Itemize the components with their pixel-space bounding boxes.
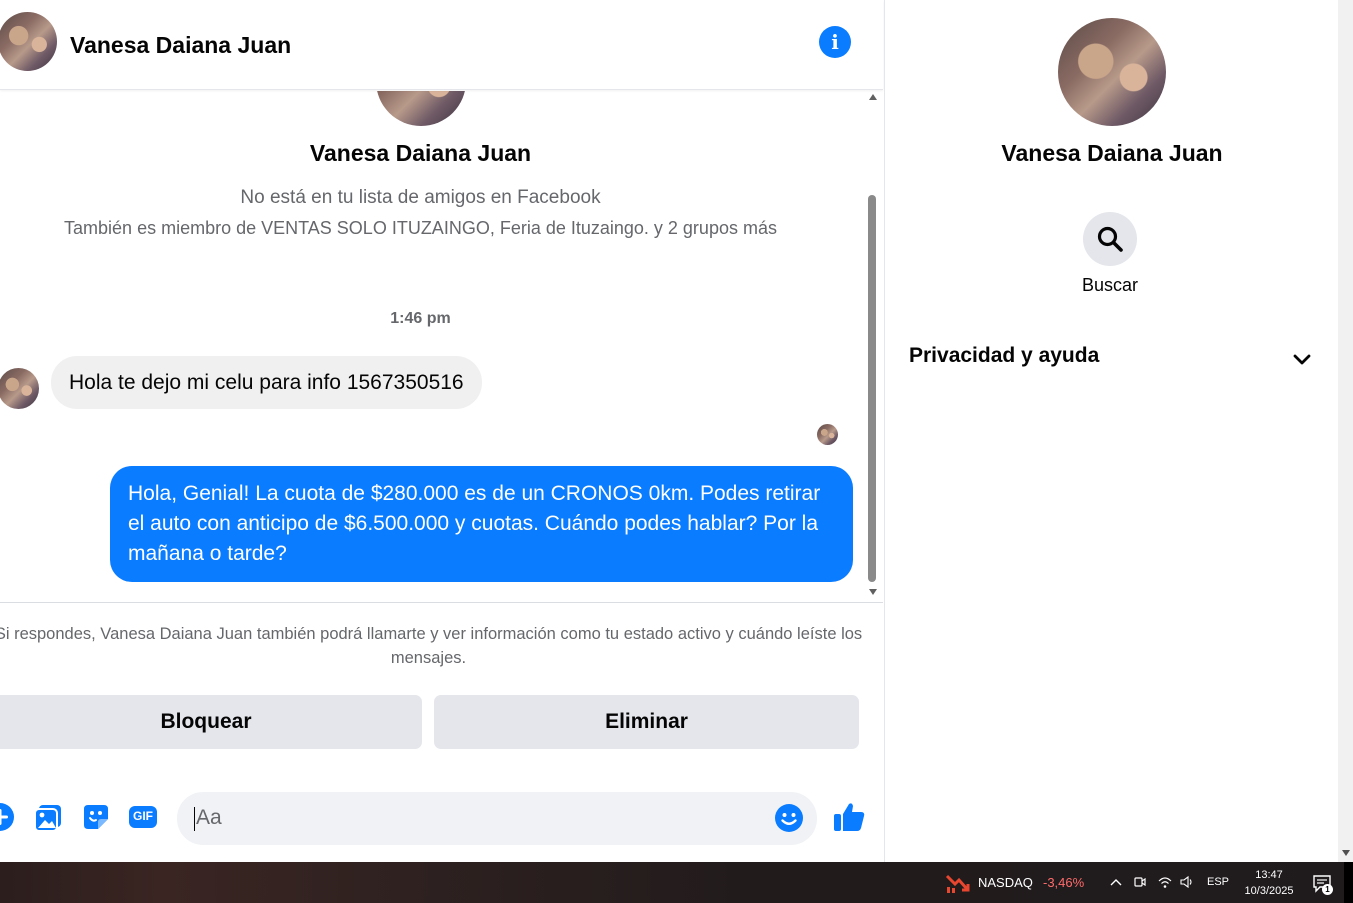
notification-count-badge: 1 (1322, 884, 1333, 895)
scroll-down-arrow-icon[interactable] (869, 589, 877, 595)
intro-avatar (376, 91, 466, 126)
incoming-message[interactable]: Hola te dejo mi celu para info 156735051… (51, 356, 482, 409)
sticker-icon[interactable] (79, 800, 113, 834)
gif-label: GIF (133, 809, 153, 823)
seen-indicator-avatar (817, 424, 838, 445)
search-label[interactable]: Buscar (885, 275, 1335, 296)
meet-now-icon[interactable] (1131, 873, 1149, 891)
intro-groups: También es miembro de VENTAS SOLO ITUZAI… (64, 218, 777, 238)
gif-icon[interactable]: GIF (126, 800, 160, 834)
block-button[interactable]: Bloquear (0, 695, 422, 749)
message-request-notice: Si respondes, Vanesa Daiana Juan también… (0, 625, 863, 667)
message-scrollbar[interactable] (865, 91, 882, 601)
profile-avatar[interactable] (1058, 18, 1166, 126)
info-icon[interactable]: i (819, 26, 851, 58)
volume-icon[interactable] (1178, 873, 1196, 891)
stock-down-icon[interactable] (945, 872, 971, 894)
chat-panel: Vanesa Daiana Juan i Vanesa Daiana Juan … (0, 0, 883, 862)
profile-name[interactable]: Vanesa Daiana Juan (885, 140, 1339, 167)
contact-avatar[interactable] (0, 12, 57, 71)
intro-relationship: No está en tu lista de amigos en Faceboo… (240, 187, 601, 208)
stock-ticker-name[interactable]: NASDAQ (978, 875, 1033, 890)
privacy-help-section[interactable]: Privacidad y ayuda (908, 334, 1318, 380)
page-scroll-down-arrow-icon[interactable] (1342, 850, 1350, 856)
page-scrollbar[interactable] (1338, 0, 1353, 862)
message-list: Vanesa Daiana Juan No está en tu lista d… (0, 91, 865, 601)
clock[interactable]: 13:47 10/3/2025 (1242, 867, 1296, 899)
like-icon[interactable] (832, 800, 866, 834)
scroll-thumb[interactable] (868, 195, 876, 582)
divider (0, 602, 883, 603)
show-hidden-icons-icon[interactable] (1107, 873, 1125, 891)
clock-time: 13:47 (1255, 869, 1283, 881)
screen: Vanesa Daiana Juan i Vanesa Daiana Juan … (0, 0, 1353, 903)
chevron-down-icon[interactable] (1291, 348, 1313, 370)
message-input[interactable]: Aa (177, 792, 817, 845)
delete-button[interactable]: Eliminar (434, 695, 859, 749)
scroll-up-arrow-icon[interactable] (869, 94, 877, 100)
privacy-help-label: Privacidad y ayuda (909, 344, 1100, 367)
stock-ticker-change[interactable]: -3,46% (1043, 875, 1084, 890)
text-caret (194, 807, 195, 831)
add-icon[interactable] (0, 800, 17, 834)
chat-header: Vanesa Daiana Juan i (0, 0, 883, 90)
intro-name: Vanesa Daiana Juan (309, 140, 532, 166)
wifi-icon[interactable] (1156, 873, 1174, 891)
search-button[interactable] (1083, 212, 1137, 266)
search-icon (1097, 226, 1123, 252)
message-timestamp: 1:46 pm (390, 310, 451, 327)
show-desktop-button[interactable] (1344, 862, 1353, 903)
sender-avatar (0, 368, 39, 409)
clock-date: 10/3/2025 (1244, 885, 1294, 897)
photo-icon[interactable] (31, 800, 65, 834)
input-language[interactable]: ESP (1207, 876, 1229, 888)
emoji-icon[interactable] (774, 803, 804, 833)
windows-taskbar: NASDAQ -3,46% ESP 13:47 10/3/2025 1 (0, 862, 1353, 903)
message-input-placeholder: Aa (196, 806, 222, 829)
contact-details-panel: Vanesa Daiana Juan Buscar Privacidad y a… (884, 0, 1338, 862)
contact-name[interactable]: Vanesa Daiana Juan (70, 32, 291, 59)
outgoing-message[interactable]: Hola, Genial! La cuota de $280.000 es de… (110, 466, 853, 582)
